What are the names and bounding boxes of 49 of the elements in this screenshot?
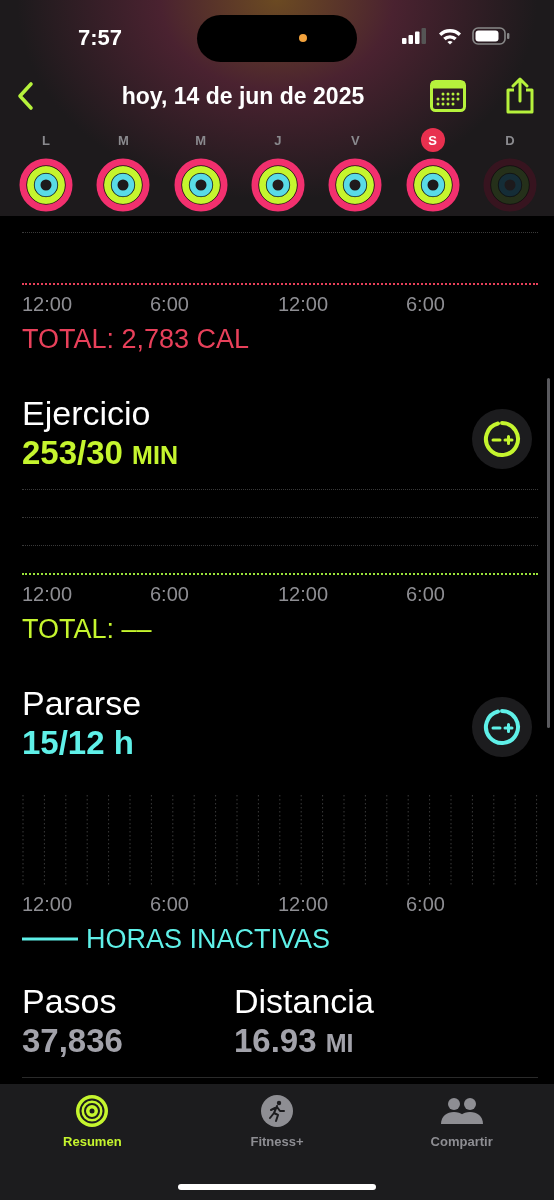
axis-label: 12:00 [278,893,330,915]
tab-item[interactable]: Compartir [369,1092,554,1151]
day-label[interactable]: M [111,128,136,152]
wifi-icon [438,27,462,45]
axis-label: 12:00 [278,293,330,315]
axis-label: 6:00 [150,293,190,315]
goal-adjust-icon [482,419,522,459]
activity-rings-icon[interactable] [96,158,151,212]
stand-value: 15/12 h [22,723,135,763]
activity-rings-icon[interactable] [251,158,305,212]
legend-label: HORAS INACTIVAS [86,923,331,955]
stat-value: 16.93 MI [234,1021,355,1061]
day-label[interactable]: M [188,128,213,152]
axis-label: 12:00 [278,583,330,605]
axis-label: 6:00 [150,893,190,915]
activity-rings-icon[interactable] [328,158,383,212]
axis-label: 12:00 [22,583,74,605]
status-time: 7:57 [78,25,123,51]
stand-title: Pararse [22,683,142,723]
runner-icon [260,1094,294,1128]
signal-icon [402,28,428,44]
axis-label: 6:00 [406,893,446,915]
day-label[interactable]: J [266,128,290,152]
activity-rings-icon[interactable] [19,158,73,212]
axis-label: 12:00 [22,893,74,915]
battery-icon [472,27,510,45]
date-title: hoy, 14 de jun de 2025 [120,82,366,110]
selected-day-badge[interactable]: S [420,128,445,152]
activity-rings-icon[interactable] [405,158,460,212]
tab-item[interactable]: Fitness+ [184,1092,370,1151]
activity-rings-icon[interactable] [173,158,228,212]
stat-title: Distancia [234,981,375,1021]
day-label[interactable]: L [34,128,58,152]
day-label[interactable]: V [343,128,368,152]
axis-label: 6:00 [150,583,190,605]
move-total: TOTAL: 2,783 CAL [22,323,251,355]
axis-label: 12:00 [22,293,74,315]
exercise-title: Ejercicio [22,393,152,433]
activity-rings-icon [75,1094,110,1128]
axis-label: 6:00 [406,293,446,315]
day-label[interactable]: D [497,128,522,152]
axis-label: 6:00 [406,583,446,605]
exercise-total: TOTAL: –– [22,613,153,645]
goal-adjust-icon [482,707,522,747]
stat-title: Pasos [22,981,118,1021]
legend-line-icon [22,937,78,941]
exercise-value: 253/30 MIN [22,433,178,473]
stat-value: 37,836 [22,1021,124,1061]
tab-item[interactable]: Resumen [0,1092,185,1151]
